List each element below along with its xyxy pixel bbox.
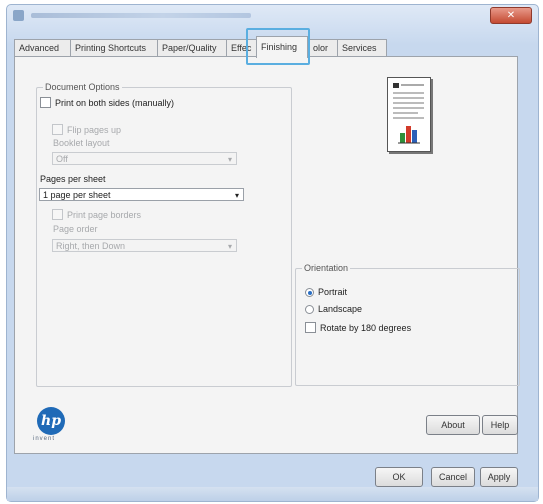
ok-button[interactable]: OK xyxy=(375,467,423,487)
window-bottom-edge xyxy=(7,487,538,501)
booklet-layout-select[interactable]: Off ▾ xyxy=(52,152,237,165)
flip-pages-up-checkbox[interactable] xyxy=(52,124,63,135)
booklet-layout-label: Booklet layout xyxy=(53,138,110,148)
tab-printing-shortcuts[interactable]: Printing Shortcuts xyxy=(70,39,158,57)
landscape-radio[interactable] xyxy=(305,304,314,314)
orientation-title: Orientation xyxy=(302,263,351,273)
pages-per-sheet-label: Pages per sheet xyxy=(40,174,106,184)
title-bar: ✕ xyxy=(7,5,538,27)
window-title-blurred xyxy=(31,13,251,18)
apply-button[interactable]: Apply xyxy=(480,467,518,487)
booklet-layout-text: Booklet layout xyxy=(53,138,110,148)
tab-advanced[interactable]: Advanced xyxy=(14,39,71,57)
print-page-borders-label: Print page borders xyxy=(67,209,142,220)
hp-logo-icon: hp xyxy=(37,407,65,435)
print-both-sides-label: Print on both sides (manually) xyxy=(55,97,175,108)
tab-services[interactable]: Services xyxy=(337,39,387,57)
document-options-title: Document Options xyxy=(43,82,122,92)
apply-label: Apply xyxy=(487,472,511,482)
pages-per-sheet-select[interactable]: 1 page per sheet ▾ xyxy=(39,188,244,201)
chevron-down-icon: ▾ xyxy=(227,155,232,164)
about-button[interactable]: About xyxy=(426,415,480,435)
print-page-borders-checkbox[interactable] xyxy=(52,209,63,220)
cancel-button[interactable]: Cancel xyxy=(431,467,475,487)
help-button[interactable]: Help xyxy=(482,415,518,435)
print-both-sides-row[interactable]: Print on both sides (manually) xyxy=(40,97,174,108)
tab-label: Printing Shortcuts xyxy=(75,43,147,53)
document-preview-icon xyxy=(387,77,431,152)
tab-label: Services xyxy=(342,43,377,53)
tab-label: Advanced xyxy=(19,43,60,53)
chevron-down-icon: ▾ xyxy=(227,242,232,251)
landscape-option[interactable]: Landscape xyxy=(305,304,362,314)
landscape-label: Landscape xyxy=(318,304,363,314)
flip-pages-up-label: Flip pages up xyxy=(67,124,122,135)
cancel-label: Cancel xyxy=(438,472,467,482)
tab-label: Paper/Quality xyxy=(162,43,217,53)
tab-label: olor xyxy=(313,43,329,53)
chevron-down-icon: ▾ xyxy=(234,191,239,200)
page-order-text: Page order xyxy=(53,224,98,234)
page-order-value: Right, then Down xyxy=(56,241,126,251)
rotate-180-row[interactable]: Rotate by 180 degrees xyxy=(305,322,411,333)
close-button[interactable]: ✕ xyxy=(490,7,532,24)
rotate-180-label: Rotate by 180 degrees xyxy=(320,322,412,333)
close-icon: ✕ xyxy=(506,10,516,21)
preview-graphic xyxy=(393,83,424,144)
active-tab-callout xyxy=(246,28,310,65)
print-page-borders-row[interactable]: Print page borders xyxy=(52,209,141,220)
print-both-sides-checkbox[interactable] xyxy=(40,97,51,108)
about-label: About xyxy=(441,420,465,430)
hp-tagline: invent xyxy=(33,436,56,442)
rotate-180-checkbox[interactable] xyxy=(305,322,316,333)
ok-label: OK xyxy=(392,472,406,482)
page-order-select[interactable]: Right, then Down ▾ xyxy=(52,239,237,252)
tab-color[interactable]: olor xyxy=(308,39,338,57)
portrait-label: Portrait xyxy=(318,287,348,297)
flip-pages-up-row[interactable]: Flip pages up xyxy=(52,124,121,135)
portrait-radio[interactable] xyxy=(305,287,314,297)
booklet-layout-value: Off xyxy=(56,154,68,164)
pages-per-sheet-text: Pages per sheet xyxy=(40,174,106,184)
page-order-label: Page order xyxy=(53,224,98,234)
portrait-option[interactable]: Portrait xyxy=(305,287,347,297)
help-label: Help xyxy=(490,420,510,430)
tab-paper-quality[interactable]: Paper/Quality xyxy=(157,39,227,57)
app-icon xyxy=(13,10,24,21)
pages-per-sheet-value: 1 page per sheet xyxy=(43,190,111,200)
